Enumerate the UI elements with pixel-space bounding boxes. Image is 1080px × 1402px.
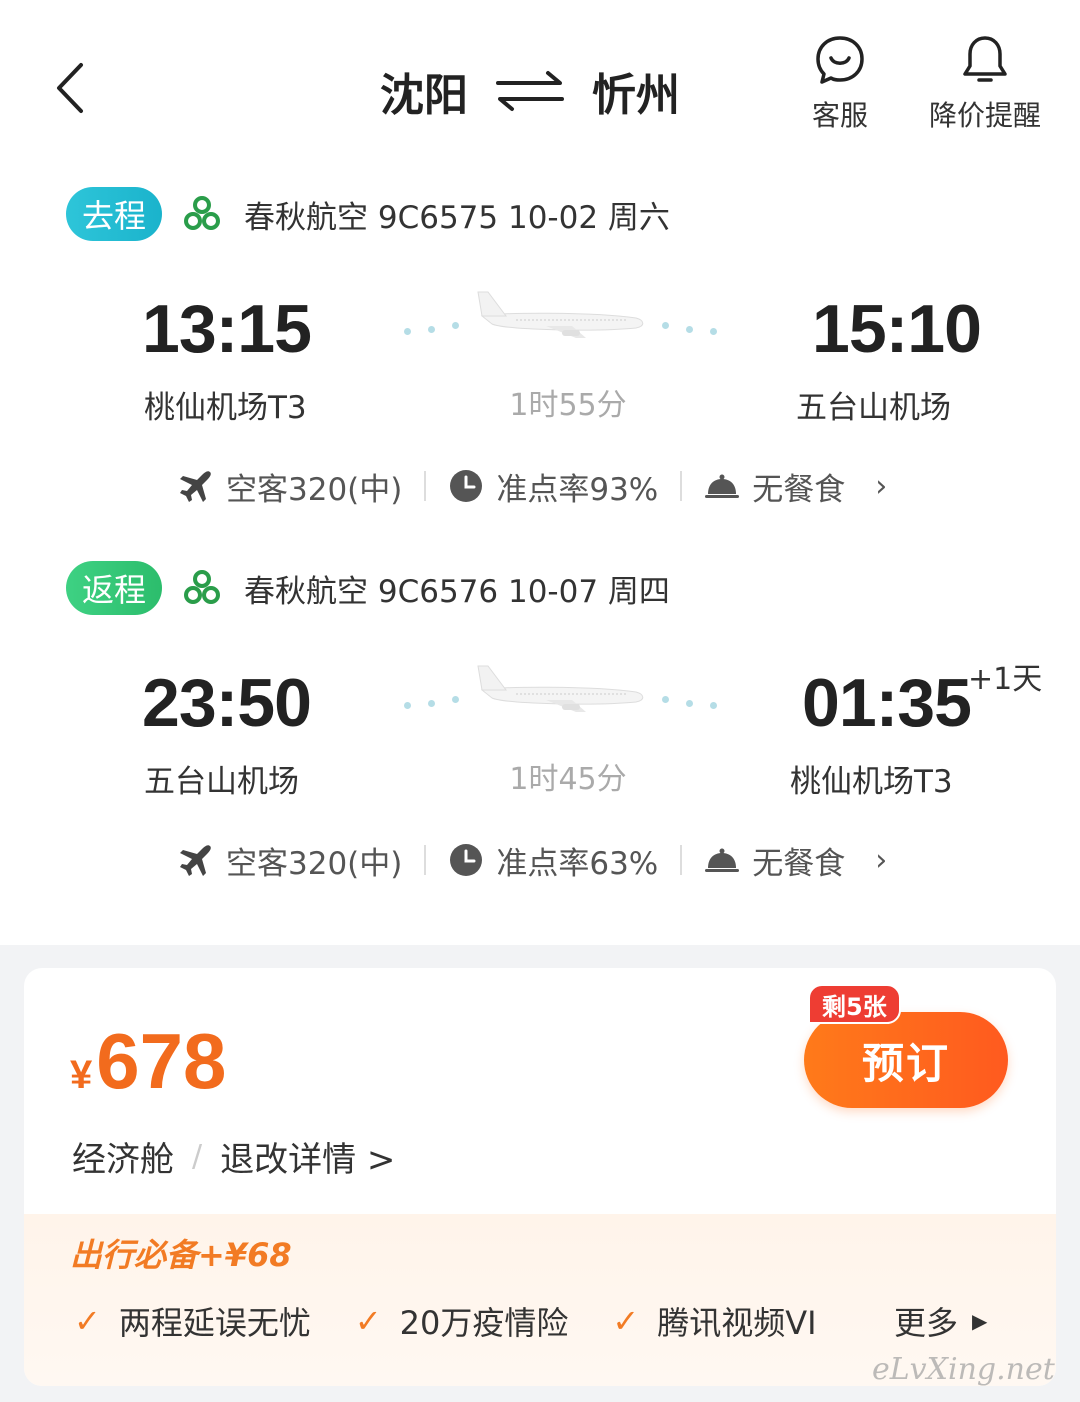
airplane-icon xyxy=(477,665,644,712)
return-duration: 1时45分 xyxy=(509,762,627,797)
outbound-flight-path xyxy=(400,282,720,352)
divider xyxy=(680,845,683,875)
cabin-row: 经济舱 / 退改详情 > xyxy=(72,1132,395,1181)
meal-info: 无餐食 xyxy=(704,838,845,883)
next-day-indicator: +1天 xyxy=(968,662,1043,697)
outbound-tag: 去程 xyxy=(66,187,163,241)
divider xyxy=(424,471,427,501)
return-meta-row[interactable]: 空客320(中) 准点率63% 无餐食 › xyxy=(178,838,887,882)
to-city: 忻州 xyxy=(592,70,680,121)
outbound-arr-time: 15:10 xyxy=(812,291,982,367)
return-arr-time: 01:35 xyxy=(802,665,972,741)
ontime-info: 准点率63% xyxy=(448,838,658,883)
booking-card: ¥ 678 经济舱 / 退改详情 > 预订 剩5张 出行必备+¥68 ✓ 两程延误… xyxy=(24,968,1056,1386)
aircraft-label: 空客320(中) xyxy=(226,845,403,882)
outbound-segment[interactable]: 去程 春秋航空 9C6575 10-02 周六 13:15 桃仙机场T3 1时5… xyxy=(0,186,1080,526)
clock-icon xyxy=(450,470,483,502)
outbound-dep-time: 13:15 xyxy=(142,291,312,367)
route-title: 沈阳 忻州 xyxy=(380,56,680,126)
return-tag: 返程 xyxy=(66,561,163,615)
price: ¥ 678 xyxy=(70,1016,226,1107)
aircraft-label: 空客320(中) xyxy=(226,471,403,508)
divider xyxy=(680,471,683,501)
cabin-class: 经济舱 xyxy=(72,1140,174,1180)
chevron-right-icon[interactable]: › xyxy=(875,469,887,504)
chevron-right-icon[interactable]: › xyxy=(875,843,887,878)
currency-symbol: ¥ xyxy=(70,1053,93,1097)
addon-item: ✓ 腾讯视频VI xyxy=(612,1302,817,1342)
return-segment[interactable]: 返程 春秋航空 9C6576 10-07 周四 23:50 五台山机场 1时45… xyxy=(0,560,1080,900)
bell-icon xyxy=(963,36,1007,82)
plane-small-icon xyxy=(180,845,211,876)
meal-cloche-icon xyxy=(705,848,740,872)
meal-cloche-icon xyxy=(705,474,740,498)
customer-service-button[interactable]: 客服 xyxy=(800,34,880,134)
chat-bubble-icon xyxy=(816,36,864,84)
price-alert-label: 降价提醒 xyxy=(928,99,1041,132)
addon-item: ✓ 20万疫情险 xyxy=(354,1302,569,1342)
ontime-label: 准点率93% xyxy=(496,471,659,508)
ontime-info: 准点率93% xyxy=(448,464,658,509)
triangle-right-icon: ▶ xyxy=(972,1309,988,1333)
addon-items: ✓ 两程延误无忧 ✓ 20万疫情险 ✓ 腾讯视频VI xyxy=(74,1298,861,1344)
more-label: 更多 xyxy=(894,1304,959,1342)
divider xyxy=(424,845,427,875)
addon-title: 出行必备+¥68 xyxy=(70,1236,292,1274)
return-dep-time: 23:50 xyxy=(142,665,312,741)
outbound-duration: 1时55分 xyxy=(509,388,627,423)
meal-label: 无餐食 xyxy=(752,471,846,508)
back-arrow-icon xyxy=(57,63,83,113)
meal-info: 无餐食 xyxy=(704,464,845,509)
addon-more-button[interactable]: 更多 ▶ xyxy=(894,1298,987,1344)
airplane-icon xyxy=(477,291,644,338)
outbound-flight-info: 春秋航空 9C6575 10-02 周六 xyxy=(244,199,670,236)
return-dep-airport: 五台山机场 xyxy=(144,764,299,800)
outbound-arr-airport: 五台山机场 xyxy=(796,390,951,426)
return-flight-info: 春秋航空 9C6576 10-07 周四 xyxy=(244,573,670,610)
price-alert-button[interactable]: 降价提醒 xyxy=(920,34,1050,134)
swap-icon[interactable] xyxy=(494,69,566,113)
aircraft-info: 空客320(中) xyxy=(178,464,402,509)
meal-label: 无餐食 xyxy=(752,845,846,882)
clock-icon xyxy=(450,844,483,876)
aircraft-info: 空客320(中) xyxy=(178,838,402,883)
watermark: eLvXing.net xyxy=(872,1352,1055,1387)
refund-rules-link[interactable]: 退改详情 > xyxy=(220,1132,395,1181)
outbound-dep-airport: 桃仙机场T3 xyxy=(144,390,307,426)
remaining-seats-badge: 剩5张 xyxy=(808,984,901,1024)
return-arr-airport: 桃仙机场T3 xyxy=(790,764,953,800)
price-value: 678 xyxy=(96,1017,227,1105)
ontime-label: 准点率63% xyxy=(496,845,659,882)
addon-item: ✓ 两程延误无忧 xyxy=(74,1302,311,1342)
customer-service-label: 客服 xyxy=(811,99,868,132)
spring-airlines-logo-icon xyxy=(184,570,221,604)
top-bar: 沈阳 忻州 客服 降价提醒 xyxy=(0,0,1080,160)
from-city: 沈阳 xyxy=(380,70,468,121)
back-button[interactable] xyxy=(40,58,100,118)
spring-airlines-logo-icon xyxy=(184,196,221,230)
cabin-separator: / xyxy=(192,1139,203,1174)
plane-small-icon xyxy=(180,471,211,502)
return-flight-path xyxy=(400,656,720,726)
outbound-meta-row[interactable]: 空客320(中) 准点率93% 无餐食 › xyxy=(178,464,887,508)
check-icon: ✓ xyxy=(612,1302,640,1340)
check-icon: ✓ xyxy=(354,1302,382,1340)
book-button[interactable]: 预订 xyxy=(804,1012,1008,1108)
check-icon: ✓ xyxy=(74,1302,101,1340)
